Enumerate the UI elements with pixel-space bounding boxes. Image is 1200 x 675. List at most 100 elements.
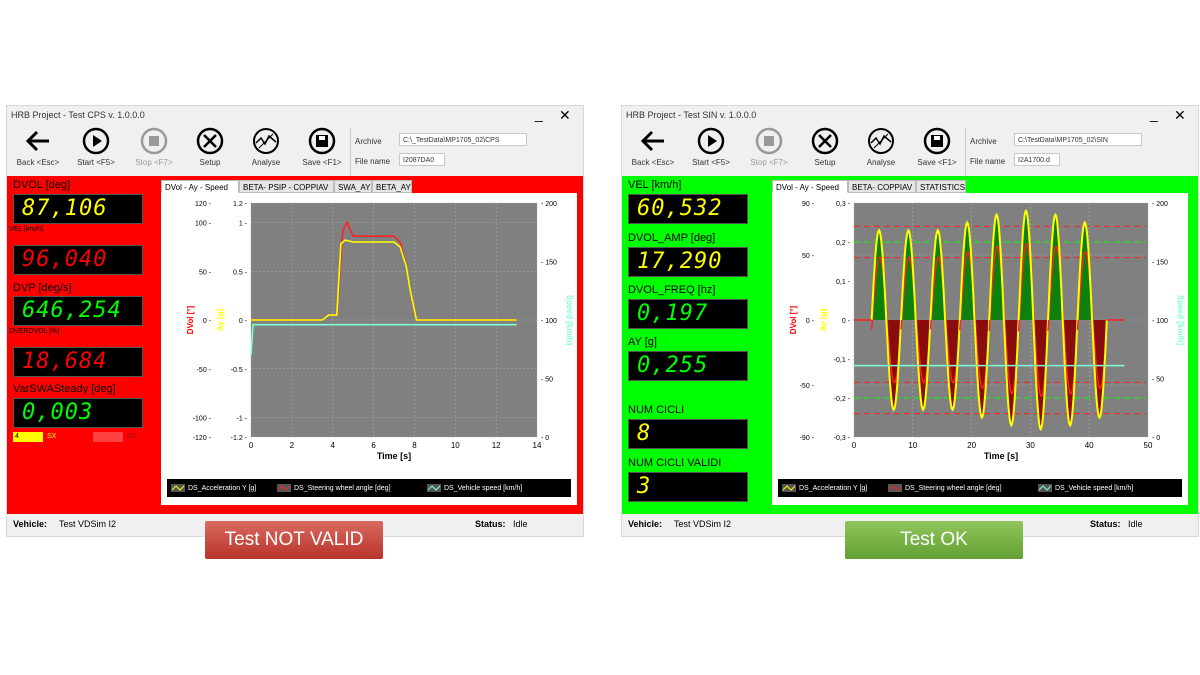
stop-button[interactable]: Stop <F7> [742,126,796,178]
x-tick-label: 50 [1144,441,1153,450]
filename-field[interactable]: I2A1700.d [1014,153,1060,166]
back-arrow-icon [25,130,49,152]
dvol-tick-label: 100 - [195,221,212,228]
tab-beta-psip-coppiav[interactable]: BETA- PSIP - COPPIAV [239,180,334,193]
metrics-sidebar: VEL [km/h] 60,532 DVOL_AMP [deg] 17,290 … [622,176,772,514]
tab-swa-ay[interactable]: SWA_AY [334,180,372,193]
toolbar: Back <Esc> Start <F5> Stop <F7> Setup An… [622,126,1198,178]
toolbar-separator [350,128,351,176]
metric-display: 0,003 [13,398,143,428]
tab-beta-coppiav[interactable]: BETA- COPPIAV [848,180,916,193]
sx-input[interactable]: 4 [13,432,43,442]
archive-field[interactable]: C:\_TestData\MP1705_02\CPS [399,133,527,146]
sine-chart: 0 10 20 30 40 50 90 - 50 - 0 - -50 - -90 - 0,3 - 0,2… [789,201,1185,461]
dvol-tick-label: 90 - [802,201,815,208]
speed-tick-label: - 50 [541,377,553,384]
analyse-icon [868,128,894,154]
metric-display: 8 [628,419,748,449]
metric-label: VarSWASteady [deg] [13,383,116,395]
save-button[interactable]: Save <F1> [295,126,349,178]
legend-label: DS_Acceleration Y [g] [799,484,868,492]
analyse-button[interactable]: Analyse [854,126,908,178]
tab-dvol-ay-speed[interactable]: DVol - Ay - Speed [772,180,848,193]
dvol-tick-label: -120 - [193,435,212,442]
dvol-axis-label: DVol [°] [789,305,798,334]
tools-icon [811,127,839,155]
ay-axis-label: Ay [g] [216,308,225,331]
x-tick-label: 20 [967,441,976,450]
x-tick-label: 2 [290,441,295,450]
window-title: HRB Project - Test SIN v. 1.0.0.0 [626,110,757,120]
ay-tick-label: 0 - [842,318,851,325]
metric-display: 96,040 [13,245,143,275]
dvol-tick-label: 120 - [195,201,212,208]
status-label: Status: [475,519,506,529]
ay-tick-label: 1 - [239,221,248,228]
ay-tick-label: -0,1 - [834,357,851,364]
setup-button[interactable]: Setup [183,126,237,178]
dx-input[interactable] [93,432,123,442]
ay-swatch-icon [171,484,185,492]
x-tick-label: 0 [852,441,857,450]
x-tick-label: 10 [908,441,917,450]
tab-beta-ay[interactable]: BETA_AY [372,180,412,193]
speed-tick-label: - 50 [1152,377,1164,384]
start-button[interactable]: Start <F5> [69,126,123,178]
plot-frame: 0 2 4 6 8 10 12 14 120 - 100 - 50 - 0 - -50 - -100 - -… [161,193,577,505]
metrics-sidebar: DVOL [deg] 87,106 VEL [km/h] 96,040 DVP … [7,176,157,514]
minimize-button[interactable]: _ [1150,106,1158,122]
x-axis-label: Time [s] [377,451,411,461]
test-cps-window: HRB Project - Test CPS v. 1.0.0.0 _ ✕ Ba… [7,106,583,536]
dx-label: DX [127,433,137,440]
title-bar: HRB Project - Test CPS v. 1.0.0.0 _ ✕ [7,106,583,126]
title-bar: HRB Project - Test SIN v. 1.0.0.0 _ ✕ [622,106,1198,126]
stop-button[interactable]: Stop <F7> [127,126,181,178]
swa-swatch-icon [277,484,291,492]
minimize-button[interactable]: _ [535,106,543,122]
ay-tick-label: 0,3 - [836,201,851,208]
legend-item-ay: DS_Acceleration Y [g] [782,484,867,492]
ay-axis-label: Ay [g] [819,308,828,331]
swa-swatch-icon [888,484,902,492]
speed-tick-label: - 100 [541,318,557,325]
tools-icon [196,127,224,155]
filename-field[interactable]: I2087DA0 [399,153,445,166]
filename-label: File name [970,157,1006,166]
save-disk-icon [923,127,951,155]
x-tick-label: 4 [330,441,335,450]
back-button[interactable]: Back <Esc> [11,126,65,178]
ay-swatch-icon [782,484,796,492]
tab-statistics[interactable]: STATISTICS [916,180,966,193]
analyse-label: Analyse [866,158,896,167]
setup-label: Setup [814,158,836,167]
save-button[interactable]: Save <F1> [910,126,964,178]
speed-tick-label: - 200 [1152,201,1168,208]
analyse-button[interactable]: Analyse [239,126,293,178]
archive-label: Archive [355,137,382,146]
metric-label: VEL [km/h] [628,179,682,191]
metric-label: NUM CICLI VALIDI [628,457,722,469]
metric-label: NUM CICLI [628,404,685,416]
start-button[interactable]: Start <F5> [684,126,738,178]
tab-dvol-ay-speed[interactable]: DVol - Ay - Speed [161,180,239,193]
verdict-not-valid-button: Test NOT VALID [205,521,383,559]
metric-display: 60,532 [628,194,748,224]
setup-label: Setup [199,158,221,167]
legend-label: DS_Steering wheel angle [deg] [294,484,391,492]
toolbar: Back <Esc> Start <F5> Stop <F7> Setup An… [7,126,583,178]
x-tick-label: 10 [451,441,460,450]
archive-field[interactable]: C:\TestData\MP1705_02\SIN [1014,133,1142,146]
speed-swatch-icon [427,484,441,492]
setup-button[interactable]: Setup [798,126,852,178]
back-button[interactable]: Back <Esc> [626,126,680,178]
start-label: Start <F5> [692,158,730,167]
metric-display: 646,254 [13,296,143,326]
stop-icon [140,127,168,155]
ay-tick-label: 0 - [239,318,248,325]
speed-tick-label: - 200 [541,201,557,208]
close-button[interactable]: ✕ [559,107,571,124]
close-button[interactable]: ✕ [1174,107,1186,124]
chart-area: DVol - Ay - Speed BETA- PSIP - COPPIAV S… [157,176,583,514]
speed-swatch-icon [1038,484,1052,492]
status-value: Idle [513,519,528,529]
